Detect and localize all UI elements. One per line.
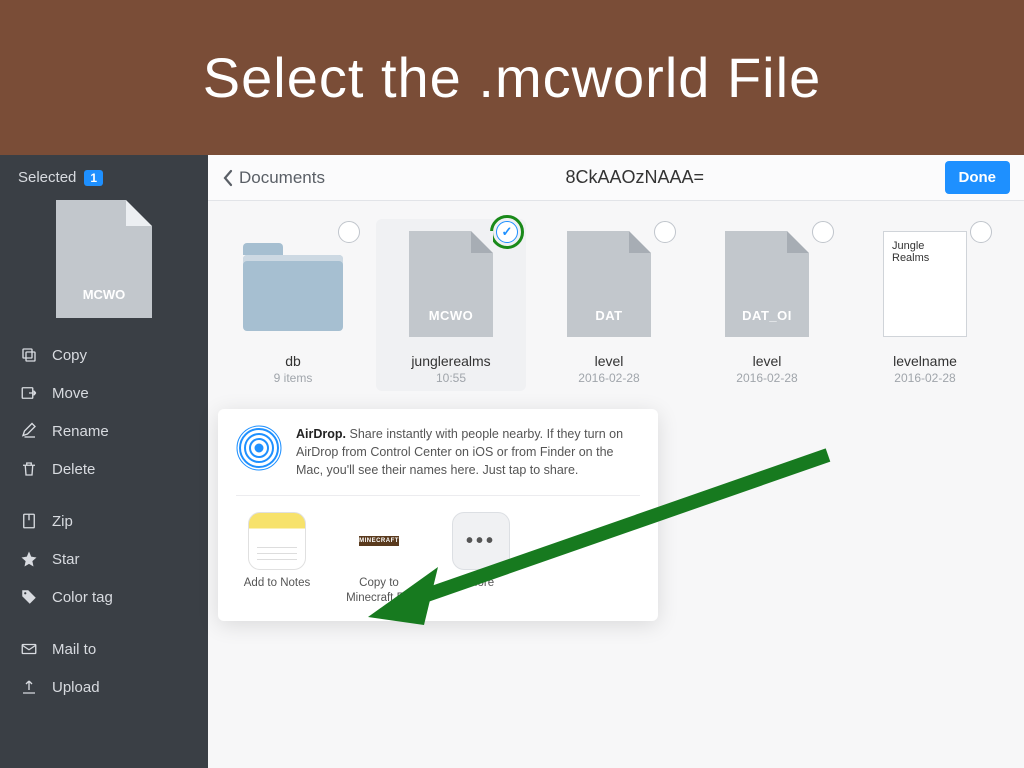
document-icon: DAT_OI	[713, 225, 821, 343]
airdrop-title: AirDrop.	[296, 427, 346, 441]
sidebar-item-copy[interactable]: Copy	[0, 336, 208, 374]
sidebar-file-type: MCWO	[83, 287, 126, 318]
upload-icon	[20, 678, 38, 696]
select-radio[interactable]	[812, 221, 834, 243]
airdrop-body: Share instantly with people nearby. If t…	[296, 427, 623, 477]
app-label: Add to Notes	[244, 576, 310, 590]
folder-icon	[239, 225, 347, 343]
header-bar: Documents 8CkAAOzNAAA= Done	[208, 155, 1024, 201]
sidebar-item-label: Upload	[52, 679, 100, 696]
folder-title: 8CkAAOzNAAA=	[325, 167, 945, 188]
select-radio[interactable]	[654, 221, 676, 243]
slide-banner: Select the .mcworld File	[0, 0, 1024, 155]
highlight-ring	[490, 215, 524, 249]
main-panel: Documents 8CkAAOzNAAA= Done db 9 items M…	[208, 155, 1024, 768]
sidebar-item-mail-to[interactable]: Mail to	[0, 630, 208, 668]
chevron-left-icon	[222, 169, 233, 187]
back-button[interactable]: Documents	[222, 168, 325, 188]
move-icon	[20, 384, 38, 402]
share-app-minecraft[interactable]: MINECRAFT Copy to Minecraft PE	[338, 512, 420, 605]
trash-icon	[20, 460, 38, 478]
file-app: Selected 1 MCWO Copy Move Rename	[0, 155, 1024, 768]
slide-title: Select the .mcworld File	[203, 45, 821, 110]
more-icon: •••	[452, 512, 510, 570]
sidebar-item-rename[interactable]: Rename	[0, 412, 208, 450]
text-document-icon: Jungle Realms	[871, 225, 979, 343]
share-app-more[interactable]: ••• More	[440, 512, 522, 605]
file-name: junglerealms	[411, 353, 490, 369]
zip-icon	[20, 512, 38, 530]
share-apps-row: Add to Notes MINECRAFT Copy to Minecraft…	[236, 496, 640, 605]
sidebar-item-label: Copy	[52, 347, 87, 364]
done-button[interactable]: Done	[945, 161, 1011, 194]
file-item-datoi[interactable]: DAT_OI level 2016-02-28	[692, 219, 842, 391]
sidebar-item-move[interactable]: Move	[0, 374, 208, 412]
file-sub: 2016-02-28	[578, 371, 639, 385]
select-radio[interactable]	[338, 221, 360, 243]
sidebar-item-label: Mail to	[52, 641, 96, 658]
document-icon: MCWO	[397, 225, 505, 343]
sidebar-item-delete[interactable]: Delete	[0, 450, 208, 488]
file-name: level	[753, 353, 782, 369]
airdrop-row[interactable]: AirDrop. Share instantly with people nea…	[236, 425, 640, 496]
file-item-folder[interactable]: db 9 items	[218, 219, 368, 391]
text-preview: Jungle Realms	[883, 231, 967, 337]
sidebar-file-preview: MCWO	[56, 200, 152, 318]
sidebar-item-color-tag[interactable]: Color tag	[0, 578, 208, 616]
file-type-label: MCWO	[429, 308, 474, 337]
file-grid: db 9 items MCWO junglerealms 10:55 DAT l…	[208, 201, 1024, 409]
file-sub: 2016-02-28	[736, 371, 797, 385]
selected-label: Selected	[18, 169, 76, 186]
document-icon: DAT	[555, 225, 663, 343]
file-type-label: DAT_OI	[742, 308, 792, 337]
sidebar-item-star[interactable]: Star	[0, 540, 208, 578]
file-sub: 10:55	[436, 371, 466, 385]
minecraft-app-icon: MINECRAFT	[350, 512, 408, 570]
copy-icon	[20, 346, 38, 364]
sidebar-item-label: Rename	[52, 423, 109, 440]
selected-count-badge: 1	[84, 170, 103, 186]
rename-icon	[20, 422, 38, 440]
app-label: Copy to Minecraft PE	[338, 576, 420, 605]
app-label: More	[468, 576, 494, 590]
selected-count-row: Selected 1	[0, 169, 208, 196]
file-type-label: DAT	[595, 308, 622, 337]
tag-icon	[20, 588, 38, 606]
sidebar-item-zip[interactable]: Zip	[0, 502, 208, 540]
file-item-dat[interactable]: DAT level 2016-02-28	[534, 219, 684, 391]
sidebar: Selected 1 MCWO Copy Move Rename	[0, 155, 208, 768]
mail-icon	[20, 640, 38, 658]
file-name: level	[595, 353, 624, 369]
file-name: levelname	[893, 353, 957, 369]
airdrop-icon	[236, 425, 282, 471]
sidebar-item-label: Zip	[52, 513, 73, 530]
sidebar-actions: Copy Move Rename Delete Zip Star	[0, 336, 208, 706]
select-radio[interactable]	[970, 221, 992, 243]
airdrop-text: AirDrop. Share instantly with people nea…	[296, 425, 640, 479]
share-sheet: AirDrop. Share instantly with people nea…	[218, 409, 658, 621]
notes-app-icon	[248, 512, 306, 570]
share-app-notes[interactable]: Add to Notes	[236, 512, 318, 605]
file-item-txt[interactable]: Jungle Realms levelname 2016-02-28	[850, 219, 1000, 391]
star-icon	[20, 550, 38, 568]
sidebar-item-label: Star	[52, 551, 80, 568]
sidebar-item-label: Color tag	[52, 589, 113, 606]
file-item-mcworld[interactable]: MCWO junglerealms 10:55	[376, 219, 526, 391]
back-label: Documents	[239, 168, 325, 188]
sidebar-item-upload[interactable]: Upload	[0, 668, 208, 706]
file-sub: 2016-02-28	[894, 371, 955, 385]
sidebar-item-label: Delete	[52, 461, 95, 478]
file-name: db	[285, 353, 301, 369]
sidebar-item-label: Move	[52, 385, 89, 402]
file-sub: 9 items	[274, 371, 313, 385]
